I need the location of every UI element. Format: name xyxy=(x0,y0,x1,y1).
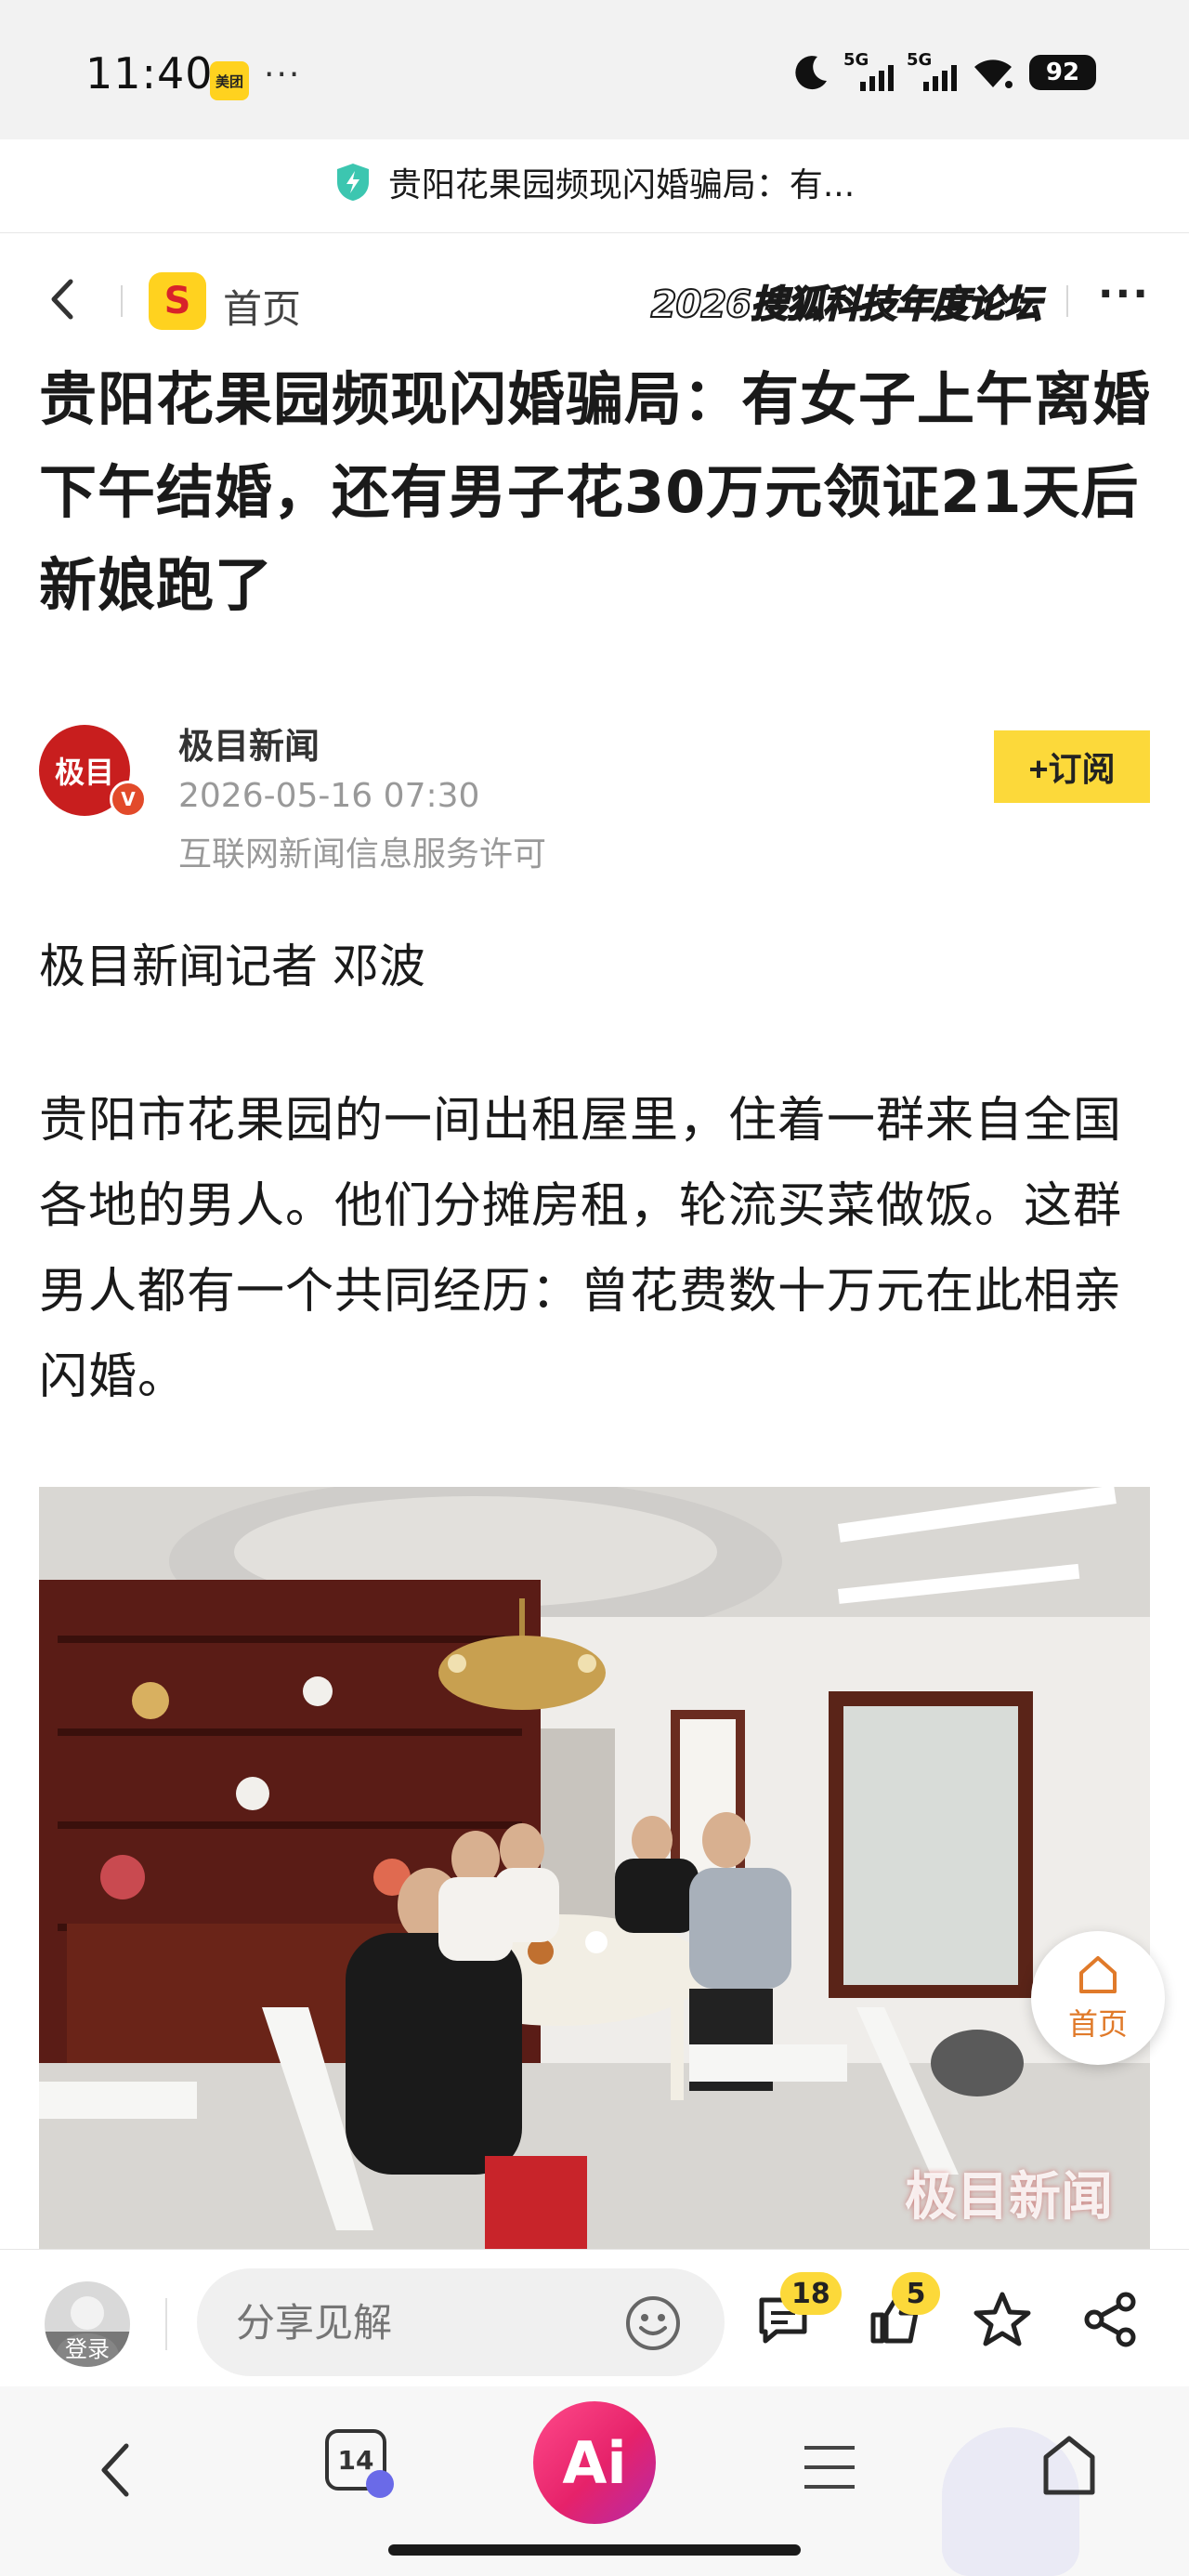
comment-count-badge: 18 xyxy=(780,2272,842,2315)
subscribe-button[interactable]: +订阅 xyxy=(994,730,1150,803)
publish-date: 2026-05-16 07:30 xyxy=(178,777,480,815)
nav-back-icon[interactable] xyxy=(89,2433,141,2507)
divider xyxy=(121,285,123,317)
share-icon[interactable] xyxy=(1079,2289,1141,2350)
article-photo[interactable]: 极目新闻 xyxy=(39,1487,1150,2249)
forum-banner[interactable]: 2026搜狐科技年度论坛 xyxy=(650,274,1042,328)
home-link[interactable]: 首页 xyxy=(223,278,301,335)
meituan-notification-icon: 美团 xyxy=(210,61,249,100)
system-icons: 5G 5G 92 xyxy=(791,50,1096,93)
do-not-disturb-icon xyxy=(795,56,827,90)
signal-icon-sim2: 5G xyxy=(907,50,957,93)
more-notifications-icon: ··· xyxy=(264,56,302,94)
ai-assistant-button[interactable]: Ai xyxy=(533,2401,656,2524)
article-paragraph: 贵阳市花果园的一间出租屋里，住着一群来自全国各地的男人。他们分摊房租，轮流买菜做… xyxy=(39,1093,1123,1405)
bottom-nav-bar: 14 Ai xyxy=(0,2386,1189,2576)
notification-text: 贵阳花果园频现闪婚骗局：有... xyxy=(387,166,856,204)
comment-action-bar: 登录 18 5 xyxy=(0,2249,1189,2386)
signal-icon-sim1: 5G xyxy=(843,50,894,93)
license-text[interactable]: 互联网新闻信息服务许可 xyxy=(178,827,546,875)
battery-indicator: 92 xyxy=(1029,55,1096,90)
article-header: S 首页 2026搜狐科技年度论坛 ··· xyxy=(0,232,1189,362)
article-title: 贵阳花果园频现闪婚骗局：有女子上午离婚下午结婚，还有男子花30万元领证21天后新… xyxy=(39,365,1152,619)
divider xyxy=(1066,285,1068,317)
like-count-badge: 5 xyxy=(892,2272,940,2315)
gesture-bar[interactable] xyxy=(388,2544,801,2556)
divider xyxy=(165,2298,167,2350)
source-name[interactable]: 极目新闻 xyxy=(178,717,320,769)
tabs-ghost-icon xyxy=(366,2470,394,2498)
verified-badge-icon: V xyxy=(110,781,147,818)
more-menu-icon[interactable]: ··· xyxy=(1098,270,1150,318)
menu-icon[interactable] xyxy=(801,2442,858,2492)
notification-banner[interactable]: 贵阳花果园频现闪婚骗局：有... xyxy=(0,156,1189,208)
status-time: 11:40 xyxy=(85,48,214,99)
star-icon[interactable] xyxy=(972,2289,1033,2350)
wifi-icon xyxy=(974,59,1013,88)
home-icon xyxy=(1079,1956,1117,1993)
login-label: 登录 xyxy=(45,2332,130,2367)
dining-room-photo xyxy=(39,1487,1150,2249)
emoji-icon[interactable] xyxy=(624,2294,682,2352)
floating-home-label: 首页 xyxy=(1067,2006,1128,2042)
reporter-line: 极目新闻记者 邓波 xyxy=(39,940,425,993)
shield-bolt-icon xyxy=(336,164,369,201)
status-bar: 11:40 美团 ··· 5G 5G 92 贵阳花果园频现闪婚骗局：有... xyxy=(0,0,1189,204)
sohu-logo[interactable]: S xyxy=(149,272,206,330)
photo-watermark: 极目新闻 xyxy=(905,2166,1113,2228)
login-avatar[interactable]: 登录 xyxy=(45,2281,130,2367)
back-arrow-icon[interactable] xyxy=(43,276,84,322)
nav-home-icon[interactable] xyxy=(1039,2433,1100,2500)
floating-home-button[interactable]: 首页 xyxy=(1031,1931,1165,2065)
